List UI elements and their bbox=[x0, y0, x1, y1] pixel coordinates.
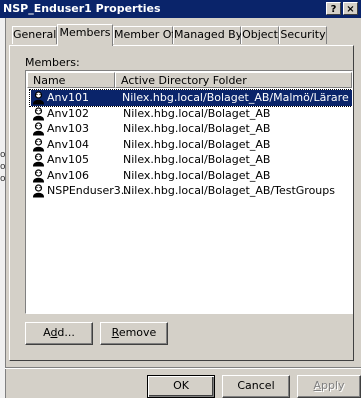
member-name-cell: Anv104 bbox=[31, 137, 119, 153]
member-name-cell: Anv103 bbox=[31, 121, 119, 137]
title-bar[interactable]: NSP_Enduser1 Properties ? × bbox=[0, 0, 361, 18]
help-button[interactable]: ? bbox=[326, 2, 341, 15]
tab-member-of[interactable]: Member Of bbox=[113, 26, 175, 44]
tab-members[interactable]: Members bbox=[57, 24, 113, 46]
apply-button[interactable]: Apply bbox=[297, 375, 361, 398]
list-item[interactable]: Anv102 Nilex.hbg.local/Bolaget_AB bbox=[30, 106, 350, 122]
close-button[interactable]: × bbox=[343, 2, 358, 15]
column-header-name[interactable]: Name bbox=[27, 72, 115, 88]
divider bbox=[5, 367, 361, 369]
background-text-fragment: o bbox=[0, 174, 6, 184]
member-folder-cell: Nilex.hbg.local/Bolaget_AB bbox=[123, 122, 271, 135]
member-folder-cell: Nilex.hbg.local/Bolaget_AB/TestGroups bbox=[123, 184, 335, 197]
column-header-folder[interactable]: Active Directory Folder bbox=[115, 72, 352, 88]
remove-button[interactable]: Remove bbox=[100, 322, 168, 345]
tab-object[interactable]: Object bbox=[241, 26, 279, 44]
member-folder-cell: Nilex.hbg.local/Bolaget_AB/Malmö/Lärare bbox=[120, 90, 352, 106]
help-icon: ? bbox=[330, 4, 337, 15]
ok-button[interactable]: OK bbox=[147, 375, 215, 398]
member-folder-cell: Nilex.hbg.local/Bolaget_AB bbox=[123, 153, 271, 166]
user-icon bbox=[32, 122, 45, 136]
user-icon bbox=[32, 184, 45, 198]
user-icon bbox=[32, 91, 45, 105]
user-icon bbox=[32, 106, 45, 121]
list-item[interactable]: Anv106 Nilex.hbg.local/Bolaget_AB bbox=[30, 168, 350, 184]
close-icon: × bbox=[346, 4, 355, 15]
background-text-fragment: o bbox=[0, 150, 6, 160]
list-item[interactable]: Anv104 Nilex.hbg.local/Bolaget_AB bbox=[30, 137, 350, 153]
user-icon bbox=[32, 153, 45, 167]
member-name-cell: Anv105 bbox=[31, 152, 119, 168]
background-window-edge bbox=[0, 18, 6, 398]
member-folder-cell: Nilex.hbg.local/Bolaget_AB bbox=[123, 168, 271, 182]
add-button[interactable]: Add... bbox=[25, 322, 93, 345]
cancel-button[interactable]: Cancel bbox=[222, 375, 290, 398]
members-list[interactable]: Name Active Directory Folder Anv101 Nilex… bbox=[25, 70, 353, 314]
member-folder-cell: Nilex.hbg.local/Bolaget_AB bbox=[123, 137, 271, 151]
tab-general[interactable]: General bbox=[12, 26, 57, 44]
user-icon bbox=[32, 168, 45, 183]
member-folder-cell: Nilex.hbg.local/Bolaget_AB bbox=[123, 106, 271, 120]
member-name-cell: Anv102 bbox=[31, 106, 119, 122]
list-item[interactable]: Anv103 Nilex.hbg.local/Bolaget_AB bbox=[30, 121, 350, 137]
tab-managed-by[interactable]: Managed By bbox=[173, 26, 242, 44]
member-name-cell: Anv101 bbox=[31, 90, 121, 106]
list-item[interactable]: Anv105 Nilex.hbg.local/Bolaget_AB bbox=[30, 152, 350, 168]
list-item[interactable]: Anv101 Nilex.hbg.local/Bolaget_AB/Malmö/L… bbox=[29, 89, 352, 107]
window-title: NSP_Enduser1 Properties bbox=[3, 2, 161, 15]
tab-security[interactable]: Security bbox=[279, 26, 327, 44]
member-name-cell: NSPEnduser3... bbox=[31, 183, 131, 199]
user-icon bbox=[32, 137, 45, 152]
background-text-fragment: o bbox=[0, 162, 6, 172]
members-label: Members: bbox=[25, 56, 80, 69]
member-name-cell: Anv106 bbox=[31, 168, 119, 184]
list-item[interactable]: NSPEnduser3... Nilex.hbg.local/Bolaget_AB… bbox=[30, 183, 350, 199]
